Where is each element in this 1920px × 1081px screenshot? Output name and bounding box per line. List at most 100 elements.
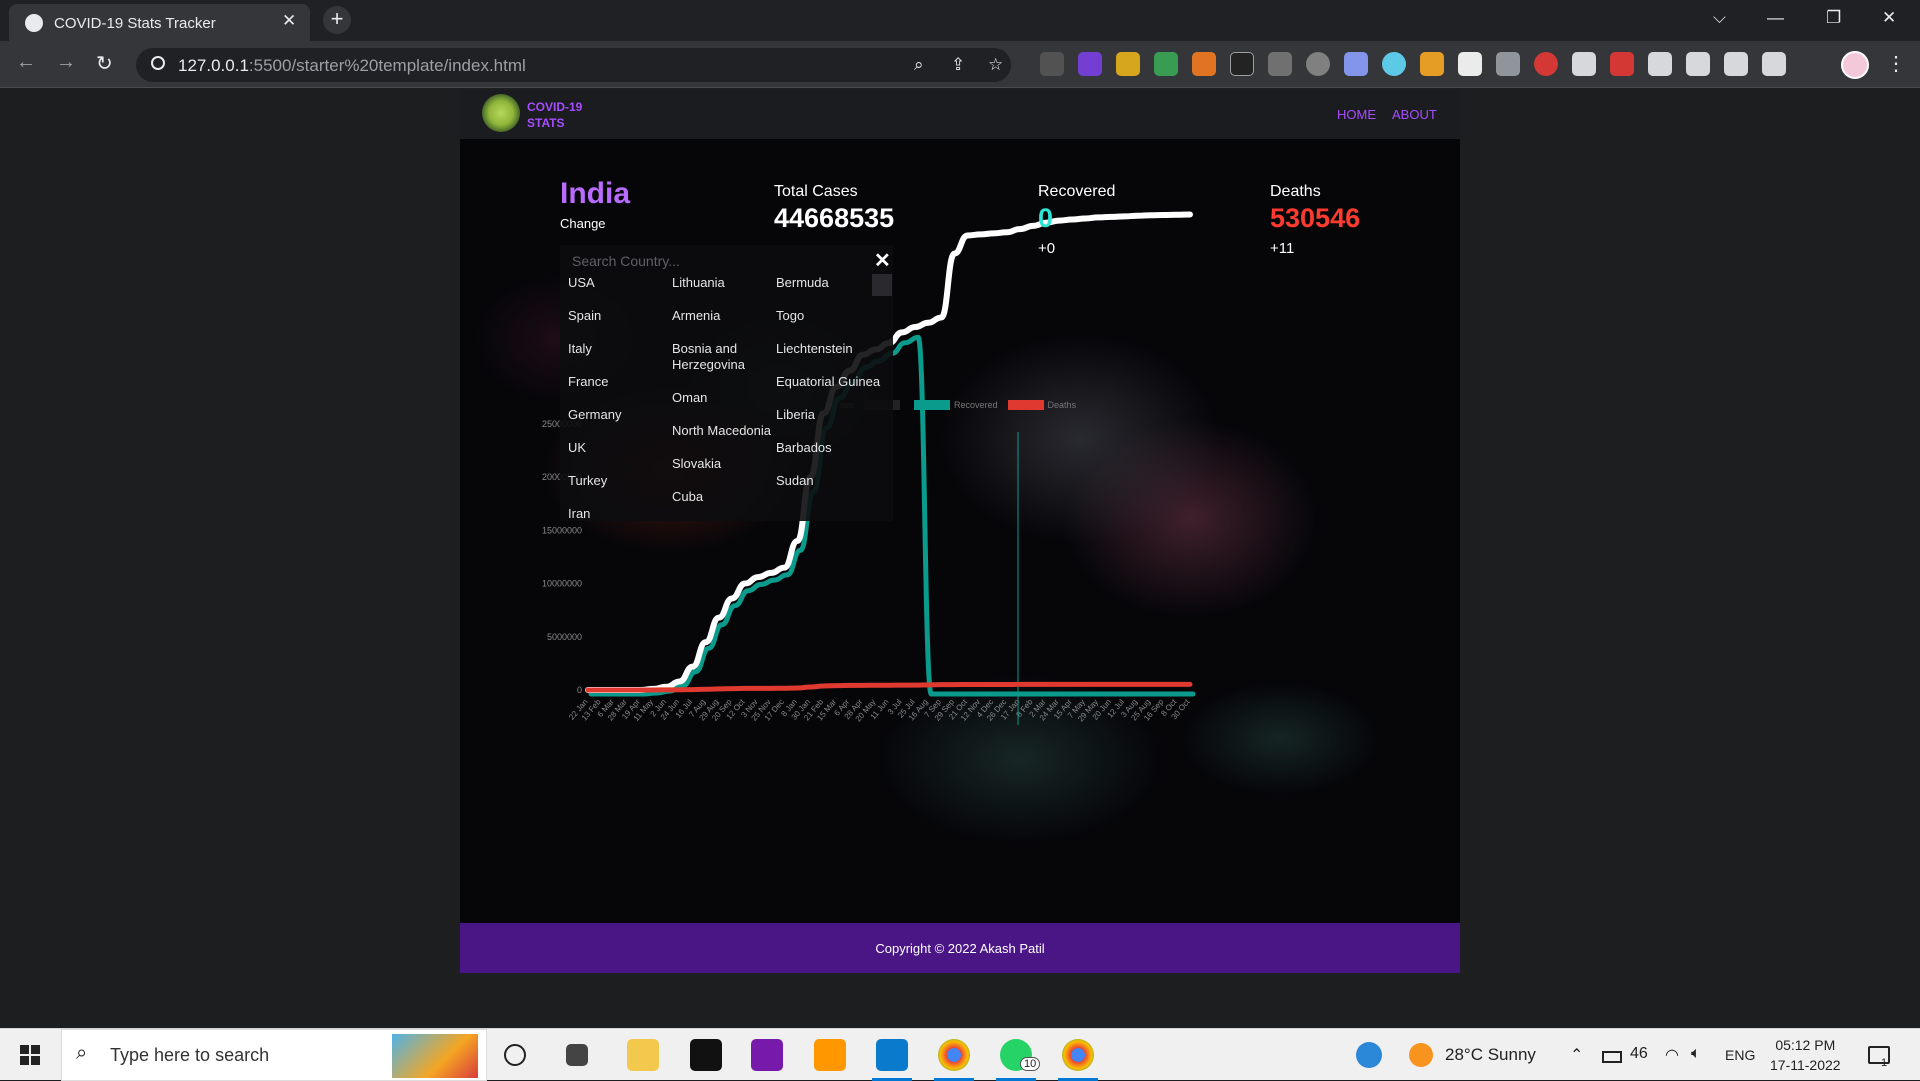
chrome-profile-2-icon[interactable] [1062, 1039, 1094, 1071]
weather-sun-icon [1409, 1043, 1433, 1067]
country-search-input[interactable] [572, 253, 772, 269]
country-list-column-1: USA Spain Italy France Germany UK Turkey Iran [568, 275, 673, 539]
country-option[interactable]: Cuba [672, 489, 777, 505]
stats-section: 0500000010000000150000002000000025000000… [460, 139, 1460, 923]
volume-icon[interactable]: 🔈︎ [1691, 1045, 1701, 1063]
country-option[interactable]: Liechtenstein [776, 341, 881, 357]
extension-hand-icon[interactable] [1534, 52, 1558, 76]
dropdown-close-icon[interactable]: ✕ [874, 248, 891, 273]
share-icon[interactable]: ⇪ [951, 55, 965, 75]
extension-b-icon[interactable] [1458, 52, 1482, 76]
windows-start-icon[interactable] [20, 1045, 40, 1065]
file-explorer-icon[interactable] [627, 1039, 659, 1071]
country-option[interactable]: Bosnia and Herzegovina [672, 341, 777, 373]
close-window-icon[interactable]: ✕ [1882, 8, 1896, 28]
country-option[interactable]: Iran [568, 506, 673, 522]
nav-about-link[interactable]: ABOUT [1392, 107, 1437, 122]
tab-close-icon[interactable]: ✕ [282, 11, 296, 31]
extension-glasses-icon[interactable] [1040, 52, 1064, 76]
extension-lighthouse-icon[interactable] [1192, 52, 1216, 76]
country-option[interactable]: Germany [568, 407, 673, 423]
legend-label[interactable]: Recovered [954, 400, 998, 410]
new-tab-button[interactable]: + [323, 6, 351, 34]
country-option[interactable]: UK [568, 440, 673, 456]
restore-icon[interactable]: ❐ [1826, 8, 1841, 28]
country-option[interactable]: Lithuania [672, 275, 777, 291]
taskbar-clock[interactable]: 05:12 PM 17-11-2022 [1770, 1035, 1841, 1075]
extension-red-icon[interactable] [1610, 52, 1634, 76]
country-option[interactable]: Slovakia [672, 456, 777, 472]
country-option[interactable]: Oman [672, 390, 777, 406]
search-highlight-image [392, 1034, 478, 1078]
site-info-icon[interactable] [151, 56, 165, 70]
back-icon[interactable]: ← [16, 51, 36, 74]
browser-tab[interactable]: COVID-19 Stats Tracker ✕ [9, 4, 310, 41]
country-option[interactable]: Equatorial Guinea [776, 374, 881, 390]
url-text[interactable]: 127.0.0.1:5500/starter%20template/index.… [178, 56, 526, 76]
side-panel-icon[interactable] [1762, 52, 1786, 76]
nav-home-link[interactable]: HOME [1337, 107, 1376, 122]
extension-gift-icon[interactable] [1648, 52, 1672, 76]
whatsapp-badge: 10 [1020, 1057, 1041, 1071]
bookmark-star-icon[interactable]: ☆ [988, 55, 1003, 75]
country-option[interactable]: USA [568, 275, 673, 291]
extension-pen-icon[interactable] [1420, 52, 1444, 76]
country-option[interactable]: Barbados [776, 440, 881, 456]
country-option[interactable]: Liberia [776, 407, 881, 423]
wifi-icon[interactable]: ◠ [1665, 1045, 1679, 1065]
taskbar-search-box[interactable]: ⌕ Type here to search [61, 1029, 487, 1081]
country-option[interactable]: Bermuda [776, 275, 881, 291]
extension-screen-icon[interactable] [1344, 52, 1368, 76]
country-option[interactable]: Turkey [568, 473, 673, 489]
weather-text[interactable]: 28°C Sunny [1445, 1045, 1536, 1065]
extension-react-icon[interactable] [1382, 52, 1406, 76]
extension-onenote-icon[interactable] [1078, 52, 1102, 76]
extension-w-icon[interactable] [1116, 52, 1140, 76]
extension-gray-icon[interactable] [1268, 52, 1292, 76]
help-icon[interactable] [1356, 1042, 1382, 1068]
extension-check-icon[interactable] [1154, 52, 1178, 76]
tab-search-chevron-icon[interactable]: ⌵ [1713, 8, 1726, 28]
show-hidden-icons-chevron-icon[interactable]: ⌃ [1570, 1045, 1583, 1065]
sublime-text-icon[interactable] [814, 1039, 846, 1071]
extension-window-icon[interactable] [1572, 52, 1596, 76]
browser-menu-icon[interactable]: ⋮ [1886, 51, 1906, 76]
country-option[interactable]: Spain [568, 308, 673, 324]
extension-circle-icon[interactable] [1306, 52, 1330, 76]
task-view-icon[interactable] [566, 1044, 588, 1066]
cortana-icon[interactable] [504, 1044, 526, 1066]
language-indicator[interactable]: ENG [1725, 1047, 1755, 1063]
forward-icon[interactable]: → [56, 51, 76, 74]
country-option[interactable]: Armenia [672, 308, 777, 324]
minimize-icon[interactable]: — [1767, 8, 1784, 28]
country-option[interactable]: France [568, 374, 673, 390]
country-option[interactable]: North Macedonia [672, 423, 777, 439]
battery-icon[interactable] [1602, 1051, 1622, 1063]
country-list-column-2: Lithuania Armenia Bosnia and Herzegovina Om… [672, 275, 777, 522]
notion-icon[interactable] [690, 1039, 722, 1071]
webpage: COVID-19 STATS HOME ABOUT 0 5000000 100000… [460, 89, 1460, 973]
profile-avatar[interactable] [1841, 51, 1869, 79]
country-option[interactable]: Sudan [776, 473, 881, 489]
extensions-puzzle-icon[interactable] [1686, 52, 1710, 76]
legend-label[interactable]: Deaths [1048, 400, 1077, 410]
zoom-icon[interactable]: ⌕ [914, 55, 924, 75]
onenote-icon[interactable] [751, 1039, 783, 1071]
labs-flask-icon[interactable] [1724, 52, 1748, 76]
country-option[interactable]: Togo [776, 308, 881, 324]
extension-lh-icon[interactable] [1230, 52, 1254, 76]
virus-logo-icon[interactable] [482, 94, 520, 132]
site-logo-text[interactable]: COVID-19 STATS [527, 99, 582, 131]
country-option[interactable]: Italy [568, 341, 673, 357]
site-navbar: COVID-19 STATS HOME ABOUT [460, 89, 1460, 139]
legend-swatch[interactable] [1007, 400, 1044, 410]
address-bar[interactable]: 127.0.0.1:5500/starter%20template/index.… [136, 48, 1011, 82]
extension-shield-icon[interactable] [1496, 52, 1520, 76]
change-country-link[interactable]: Change [560, 216, 606, 231]
site-favicon-icon [25, 14, 43, 32]
legend-swatch[interactable] [914, 400, 951, 410]
chrome-profile-1-icon[interactable] [938, 1039, 970, 1071]
reload-icon[interactable]: ↻ [96, 51, 113, 76]
vscode-icon[interactable] [876, 1039, 908, 1071]
tab-title: COVID-19 Stats Tracker [54, 15, 216, 32]
